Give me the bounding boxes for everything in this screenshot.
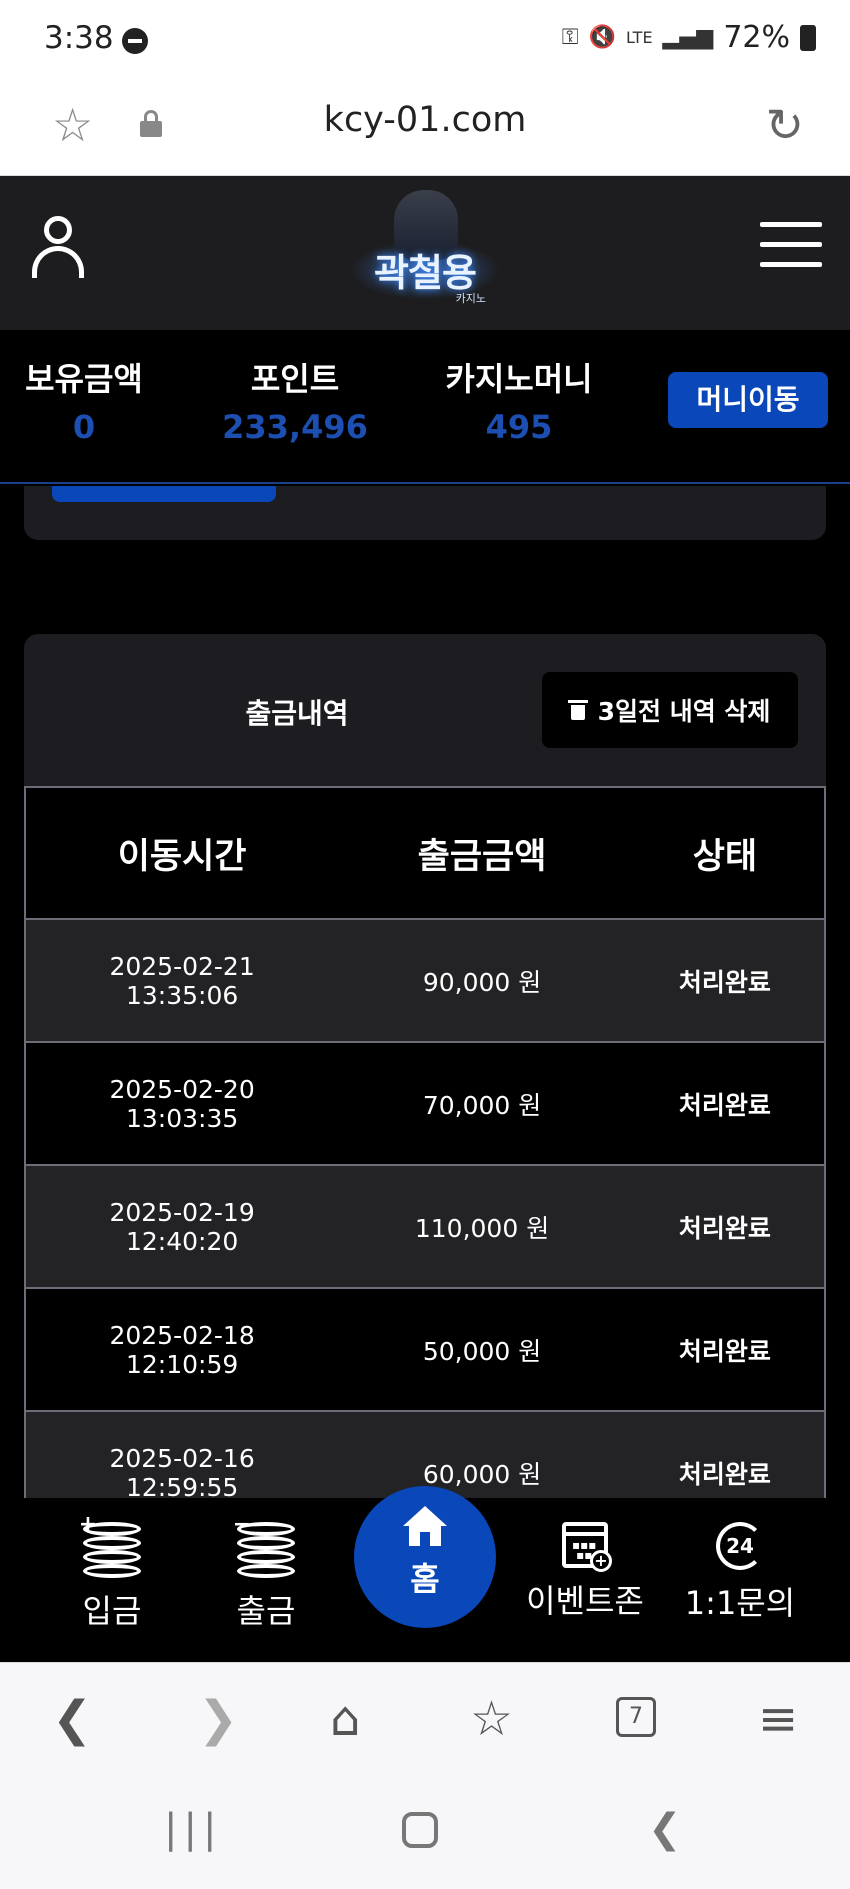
withdraw-history-panel: 출금내역 3일전 내역 삭제 이동시간 출금금액 상태 2025-02-21 13… <box>24 634 826 1498</box>
points-value: 233,496 <box>222 408 368 446</box>
battery-percent: 72% <box>723 20 790 55</box>
column-header-amount: 출금금액 <box>338 786 626 920</box>
previous-panel-button[interactable] <box>52 486 276 502</box>
row-time: 13:03:35 <box>125 1103 239 1133</box>
url-text[interactable]: kcy-01.com <box>0 100 850 140</box>
casino-label: 카지노머니 <box>445 360 593 398</box>
money-transfer-button[interactable]: 머니이동 <box>668 372 828 428</box>
row-date: 2025-02-16 <box>109 1443 255 1473</box>
nav-inquiry-label: 1:1문의 <box>684 1584 796 1622</box>
mute-icon: 🔇 <box>588 25 616 50</box>
system-back-icon[interactable]: ❮ <box>648 1806 682 1852</box>
history-table: 이동시간 출금금액 상태 2025-02-21 13:35:06 90,000 원… <box>24 786 826 1498</box>
status-bar: 3:38 ⚿ 🔇 LTE ▂▄▆ 72% <box>0 0 850 80</box>
table-row: 2025-02-21 13:35:06 90,000 원 처리완료 <box>25 919 825 1043</box>
home-browser-icon[interactable]: ⌂ <box>330 1691 360 1747</box>
row-date: 2025-02-20 <box>109 1074 255 1104</box>
logo-subtext: 카지노 <box>455 292 486 305</box>
lte-icon: LTE <box>625 28 653 47</box>
dnd-icon <box>122 28 148 54</box>
reload-icon[interactable]: ↻ <box>765 98 804 152</box>
menu-icon[interactable] <box>760 222 822 268</box>
browser-menu-icon[interactable]: ≡ <box>758 1691 798 1747</box>
coins-plus-icon: + <box>79 1514 141 1578</box>
casino-money: 카지노머니 495 <box>436 354 602 446</box>
site-header: 곽철용 카지노 <box>0 176 850 330</box>
nav-withdraw[interactable]: − 출금 <box>216 1514 316 1632</box>
nav-inquiry[interactable]: 24 1:1문의 <box>680 1522 800 1624</box>
points: 포인트 233,496 <box>210 354 380 446</box>
nav-deposit-label: 입금 <box>82 1592 142 1630</box>
row-date: 2025-02-19 <box>109 1197 255 1227</box>
calendar-plus-icon: ▪▪▪ ▪▪ + <box>562 1522 612 1572</box>
delete-history-button[interactable]: 3일전 내역 삭제 <box>542 672 798 748</box>
nav-events-label: 이벤트존 <box>526 1582 644 1620</box>
table-row: 2025-02-16 12:59:55 60,000 원 처리완료 <box>25 1411 825 1498</box>
bookmarks-icon[interactable]: ☆ <box>470 1691 513 1747</box>
row-date: 2025-02-18 <box>109 1320 255 1350</box>
system-home-icon[interactable] <box>402 1812 438 1848</box>
bottom-nav: + 입금 − 출금 홈 ▪▪▪ ▪▪ + 이벤트존 24 1:1문의 <box>0 1486 850 1662</box>
forward-icon[interactable]: ❯ <box>198 1691 238 1747</box>
row-time: 13:35:06 <box>125 980 239 1010</box>
row-datetime: 2025-02-20 13:03:35 <box>25 1042 339 1166</box>
column-header-status: 상태 <box>625 786 825 920</box>
row-datetime: 2025-02-19 12:40:20 <box>25 1165 339 1289</box>
home-icon <box>403 1506 447 1546</box>
nav-withdraw-label: 출금 <box>236 1592 296 1630</box>
nav-events[interactable]: ▪▪▪ ▪▪ + 이벤트존 <box>520 1522 650 1622</box>
nav-home-label: 홈 <box>410 1560 440 1598</box>
support-24h-icon: 24 <box>716 1522 764 1570</box>
previous-panel <box>24 486 826 540</box>
row-time: 12:10:59 <box>125 1349 239 1379</box>
table-row: 2025-02-18 12:10:59 50,000 원 처리완료 <box>25 1288 825 1412</box>
status-time: 3:38 <box>44 20 114 56</box>
row-time: 12:59:55 <box>125 1472 239 1499</box>
status-icons: ⚿ 🔇 LTE ▂▄▆ 72% <box>562 20 816 55</box>
row-date: 2025-02-21 <box>109 951 255 981</box>
site-logo[interactable]: 곽철용 카지노 <box>350 190 500 318</box>
row-status: 처리완료 <box>625 919 825 1043</box>
balance-bar: 보유금액 0 포인트 233,496 카지노머니 495 머니이동 <box>0 330 850 484</box>
row-datetime: 2025-02-21 13:35:06 <box>25 919 339 1043</box>
row-amount: 70,000 원 <box>338 1042 626 1166</box>
nav-deposit[interactable]: + 입금 <box>62 1514 162 1632</box>
back-icon[interactable]: ❮ <box>52 1691 92 1747</box>
trash-icon <box>567 700 588 720</box>
row-datetime: 2025-02-18 12:10:59 <box>25 1288 339 1412</box>
row-status: 처리완료 <box>625 1042 825 1166</box>
row-time: 12:40:20 <box>125 1226 239 1256</box>
row-datetime: 2025-02-16 12:59:55 <box>25 1411 339 1499</box>
held-value: 0 <box>72 408 96 446</box>
table-row: 2025-02-20 13:03:35 70,000 원 처리완료 <box>25 1042 825 1166</box>
row-amount: 50,000 원 <box>338 1288 626 1412</box>
row-amount: 90,000 원 <box>338 919 626 1043</box>
logo-text: 곽철용 <box>374 251 477 295</box>
user-icon[interactable] <box>32 216 84 280</box>
row-status: 처리완료 <box>625 1165 825 1289</box>
browser-toolbar: ❮ ❯ ⌂ ☆ 7 ≡ <box>0 1662 850 1774</box>
row-status: 처리완료 <box>625 1411 825 1498</box>
table-row: 2025-02-19 12:40:20 110,000 원 처리완료 <box>25 1165 825 1289</box>
held-label: 보유금액 <box>25 360 143 398</box>
nav-home-button[interactable]: 홈 <box>354 1486 496 1628</box>
battery-icon <box>800 24 816 51</box>
recents-icon[interactable]: ||| <box>164 1806 222 1852</box>
history-title: 출금내역 <box>245 697 349 730</box>
row-amount: 110,000 원 <box>338 1165 626 1289</box>
browser-url-bar: ☆ kcy-01.com ↻ <box>0 80 850 176</box>
delete-history-label: 3일전 내역 삭제 <box>597 697 771 726</box>
row-amount: 60,000 원 <box>338 1411 626 1498</box>
column-header-time: 이동시간 <box>25 786 339 920</box>
tabs-icon[interactable]: 7 <box>616 1697 656 1737</box>
casino-value: 495 <box>485 408 553 446</box>
held-amount: 보유금액 0 <box>20 354 148 446</box>
key-icon: ⚿ <box>561 25 579 50</box>
points-label: 포인트 <box>250 360 340 398</box>
signal-icon: ▂▄▆ <box>662 25 714 50</box>
system-nav-bar: ||| ❮ <box>0 1774 850 1889</box>
coins-minus-icon: − <box>233 1514 295 1578</box>
row-status: 처리완료 <box>625 1288 825 1412</box>
